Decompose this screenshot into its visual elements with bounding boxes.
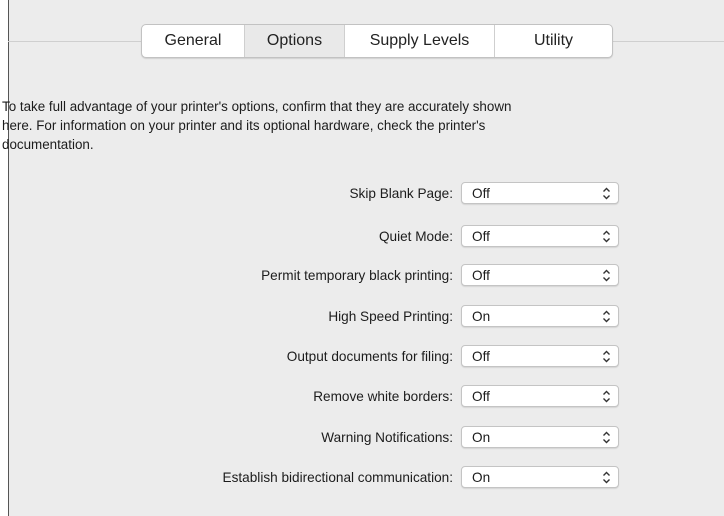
up-down-chevron-icon — [603, 390, 610, 403]
options-description: To take full advantage of your printer's… — [2, 97, 724, 154]
select-value: On — [472, 309, 491, 324]
tab-general[interactable]: General — [142, 25, 245, 57]
option-label: Establish bidirectional communication: — [222, 470, 453, 485]
select-value: Off — [472, 229, 490, 244]
tab-supply-levels[interactable]: Supply Levels — [345, 25, 495, 57]
option-row-warning-notifications: Warning Notifications: On — [0, 426, 724, 450]
description-line-1: To take full advantage of your printer's… — [2, 99, 512, 114]
warning-notifications-select[interactable]: On — [461, 426, 619, 448]
option-row-establish-bidirectional-communication: Establish bidirectional communication: O… — [0, 466, 724, 490]
skip-blank-page-select[interactable]: Off — [461, 182, 619, 204]
up-down-chevron-icon — [603, 350, 610, 363]
quiet-mode-select[interactable]: Off — [461, 225, 619, 247]
select-value: On — [472, 430, 491, 445]
remove-white-borders-select[interactable]: Off — [461, 385, 619, 407]
up-down-chevron-icon — [603, 230, 610, 243]
high-speed-printing-select[interactable]: On — [461, 305, 619, 327]
up-down-chevron-icon — [603, 431, 610, 444]
option-label: High Speed Printing: — [328, 309, 453, 324]
output-documents-for-filing-select[interactable]: Off — [461, 345, 619, 367]
option-label: Warning Notifications: — [321, 430, 453, 445]
establish-bidirectional-communication-select[interactable]: On — [461, 466, 619, 488]
select-value: Off — [472, 349, 490, 364]
option-row-output-documents-for-filing: Output documents for filing: Off — [0, 345, 724, 369]
option-row-quiet-mode: Quiet Mode: Off — [0, 225, 724, 249]
option-label: Output documents for filing: — [286, 349, 453, 364]
option-row-high-speed-printing: High Speed Printing: On — [0, 305, 724, 329]
up-down-chevron-icon — [603, 269, 610, 282]
description-line-2: here. For information on your printer an… — [2, 118, 486, 133]
option-label: Remove white borders: — [313, 389, 453, 404]
select-value: Off — [472, 268, 490, 283]
option-row-permit-temporary-black-printing: Permit temporary black printing: Off — [0, 264, 724, 288]
option-row-remove-white-borders: Remove white borders: Off — [0, 385, 724, 409]
option-label: Skip Blank Page: — [349, 186, 453, 201]
tab-bar: General Options Supply Levels Utility — [141, 24, 613, 58]
permit-temporary-black-printing-select[interactable]: Off — [461, 264, 619, 286]
select-value: Off — [472, 186, 490, 201]
up-down-chevron-icon — [603, 471, 610, 484]
select-value: Off — [472, 389, 490, 404]
tab-utility[interactable]: Utility — [495, 25, 612, 57]
option-label: Quiet Mode: — [378, 229, 453, 244]
option-row-skip-blank-page: Skip Blank Page: Off — [0, 182, 724, 206]
up-down-chevron-icon — [603, 187, 610, 200]
option-label: Permit temporary black printing: — [261, 268, 453, 283]
up-down-chevron-icon — [603, 310, 610, 323]
select-value: On — [472, 470, 491, 485]
tab-options[interactable]: Options — [245, 25, 345, 57]
description-line-3: documentation. — [2, 137, 94, 152]
